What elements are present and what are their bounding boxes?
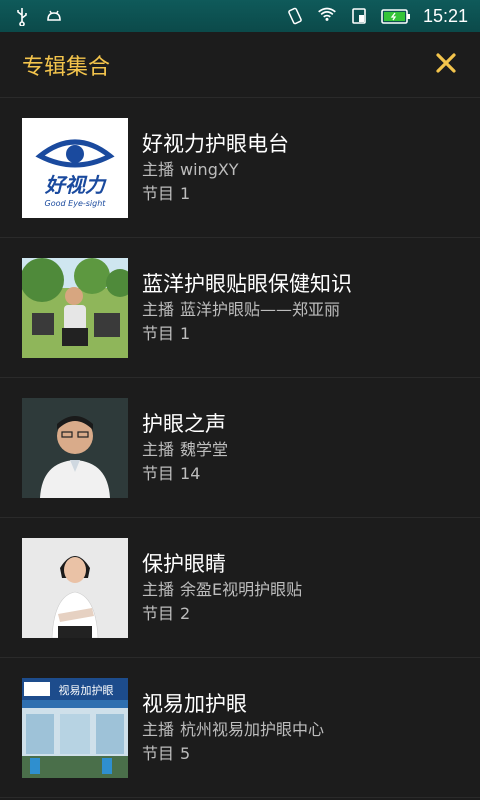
wifi-icon: [317, 6, 337, 26]
album-thumbnail: 视易加护眼: [22, 677, 128, 778]
vibrate-icon: [285, 6, 305, 26]
page-title: 专辑集合: [22, 54, 111, 80]
status-time: 15:21: [422, 5, 468, 26]
svg-text:好视力: 好视力: [44, 173, 107, 197]
album-host: 主播 余盈E视明护眼贴: [142, 579, 303, 599]
album-title: 好视力护眼电台: [142, 131, 289, 156]
sim-icon: [349, 6, 369, 26]
album-title: 视易加护眼: [142, 691, 247, 716]
album-host: 主播 魏学堂: [142, 439, 229, 459]
album-episode-count: 节目 5: [142, 743, 191, 763]
album-thumbnail: [22, 257, 128, 358]
album-episode-count: 节目 2: [142, 603, 191, 623]
album-title: 保护眼睛: [142, 551, 226, 576]
svg-text:视易加护眼: 视易加护眼: [59, 683, 114, 697]
album-host: 主播 wingXY: [142, 159, 239, 179]
man-portrait-image: [22, 397, 128, 498]
list-item[interactable]: 蓝洋护眼贴眼保健知识 主播 蓝洋护眼贴——郑亚丽 节目 1: [0, 238, 480, 378]
outdoor-portrait-image: [22, 257, 128, 358]
album-episode-count: 节目 14: [142, 463, 201, 483]
album-thumbnail: [22, 397, 128, 498]
dialog-header: 专辑集合: [0, 32, 480, 98]
android-icon: [44, 6, 64, 26]
album-title: 护眼之声: [142, 411, 226, 436]
album-episode-count: 节目 1: [142, 183, 191, 203]
close-button[interactable]: [432, 51, 460, 79]
status-bar: 15:21: [0, 0, 480, 32]
album-host: 主播 杭州视易加护眼中心: [142, 719, 325, 739]
list-item[interactable]: 保护眼睛 主播 余盈E视明护眼贴 节目 2: [0, 518, 480, 658]
usb-icon: [12, 6, 32, 27]
album-thumbnail: [22, 537, 128, 638]
svg-text:Good Eye-sight: Good Eye-sight: [45, 199, 107, 208]
album-episode-count: 节目 1: [142, 323, 191, 343]
woman-portrait-image: [22, 537, 128, 638]
good-eyesight-logo: 好视力 Good Eye-sight: [35, 139, 115, 208]
list-item[interactable]: 好视力 Good Eye-sight 好视力护眼电台 主播 wingXY 节目 1: [0, 98, 480, 238]
album-title: 蓝洋护眼贴眼保健知识: [142, 271, 352, 296]
album-list: 好视力 Good Eye-sight 好视力护眼电台 主播 wingXY 节目 1: [0, 98, 480, 798]
album-host: 主播 蓝洋护眼贴——郑亚丽: [142, 299, 341, 319]
close-icon: [435, 52, 457, 78]
list-item[interactable]: 视易加护眼 视易加护眼 主播 杭州视易加护眼中心 节目 5: [0, 658, 480, 798]
album-thumbnail: 好视力 Good Eye-sight: [22, 117, 128, 218]
storefront-image: 视易加护眼: [22, 677, 128, 778]
battery-icon: [381, 6, 411, 26]
list-item[interactable]: 护眼之声 主播 魏学堂 节目 14: [0, 378, 480, 518]
